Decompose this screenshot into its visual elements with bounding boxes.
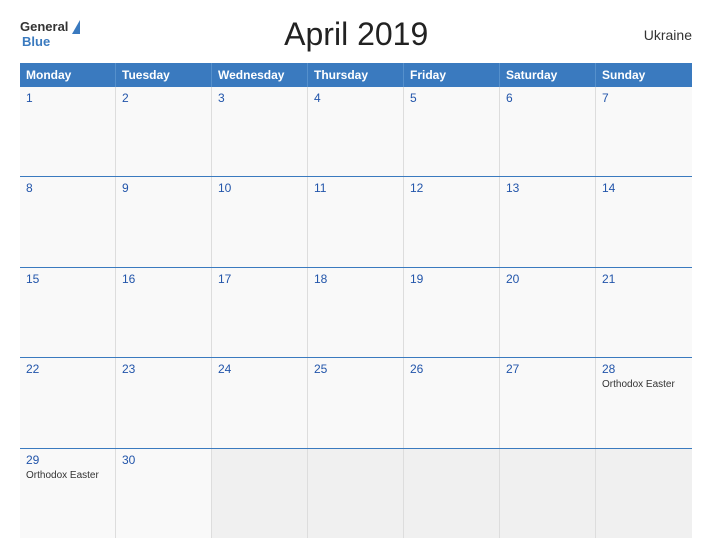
table-row: 27 (500, 358, 596, 447)
table-row (596, 449, 692, 538)
header: General Blue April 2019 Ukraine (20, 16, 692, 53)
day-number: 10 (218, 181, 301, 195)
day-number: 19 (410, 272, 493, 286)
page: General Blue April 2019 Ukraine Monday T… (0, 0, 712, 550)
header-thursday: Thursday (308, 63, 404, 87)
calendar-week-4: 22 23 24 25 26 27 28 Orthodox Easter (20, 358, 692, 448)
table-row (404, 449, 500, 538)
day-number: 2 (122, 91, 205, 105)
day-number: 27 (506, 362, 589, 376)
day-number: 6 (506, 91, 589, 105)
table-row: 3 (212, 87, 308, 176)
table-row: 29 Orthodox Easter (20, 449, 116, 538)
table-row: 5 (404, 87, 500, 176)
table-row: 19 (404, 268, 500, 357)
table-row: 21 (596, 268, 692, 357)
calendar-week-5: 29 Orthodox Easter 30 (20, 449, 692, 538)
logo: General Blue (20, 20, 80, 49)
table-row: 23 (116, 358, 212, 447)
calendar-week-2: 89 10 11 12 13 14 (20, 177, 692, 267)
calendar: Monday Tuesday Wednesday Thursday Friday… (20, 63, 692, 538)
logo-general-text: General (20, 20, 80, 34)
day-number: 16 (122, 272, 205, 286)
table-row: 12 (404, 177, 500, 266)
day-number: 12 (410, 181, 493, 195)
day-number: 1 (26, 91, 109, 105)
day-number: 13 (506, 181, 589, 195)
header-saturday: Saturday (500, 63, 596, 87)
country-label: Ukraine (632, 27, 692, 43)
table-row: 11 (308, 177, 404, 266)
table-row: 1 (20, 87, 116, 176)
logo-blue-label: Blue (22, 35, 80, 49)
calendar-header: Monday Tuesday Wednesday Thursday Friday… (20, 63, 692, 87)
header-tuesday: Tuesday (116, 63, 212, 87)
day-number: 24 (218, 362, 301, 376)
logo-triangle-icon (72, 20, 80, 34)
table-row: 4 (308, 87, 404, 176)
day-event: Orthodox Easter (602, 378, 686, 391)
day-number: 3 (218, 91, 301, 105)
table-row: 28 Orthodox Easter (596, 358, 692, 447)
table-row: 18 (308, 268, 404, 357)
header-friday: Friday (404, 63, 500, 87)
table-row: 24 (212, 358, 308, 447)
header-wednesday: Wednesday (212, 63, 308, 87)
header-monday: Monday (20, 63, 116, 87)
table-row: 9 (116, 177, 212, 266)
table-row: 15 (20, 268, 116, 357)
table-row: 20 (500, 268, 596, 357)
header-sunday: Sunday (596, 63, 692, 87)
day-number: 26 (410, 362, 493, 376)
table-row: 8 (20, 177, 116, 266)
table-row: 2 (116, 87, 212, 176)
day-number: 18 (314, 272, 397, 286)
day-number: 22 (26, 362, 109, 376)
day-number: 21 (602, 272, 686, 286)
day-number: 28 (602, 362, 686, 376)
day-number: 20 (506, 272, 589, 286)
calendar-week-1: 1234567 (20, 87, 692, 177)
day-number: 15 (26, 272, 109, 286)
table-row: 10 (212, 177, 308, 266)
table-row: 14 (596, 177, 692, 266)
day-number: 25 (314, 362, 397, 376)
table-row: 6 (500, 87, 596, 176)
day-number: 14 (602, 181, 686, 195)
table-row: 30 (116, 449, 212, 538)
table-row (308, 449, 404, 538)
day-number: 8 (26, 181, 109, 195)
table-row (500, 449, 596, 538)
day-number: 4 (314, 91, 397, 105)
calendar-week-3: 15 16 17 18 19 20 21 (20, 268, 692, 358)
day-number: 30 (122, 453, 205, 467)
table-row (212, 449, 308, 538)
logo-general-label: General (20, 20, 68, 34)
day-number: 9 (122, 181, 205, 195)
day-number: 11 (314, 181, 397, 195)
day-number: 5 (410, 91, 493, 105)
table-row: 16 (116, 268, 212, 357)
table-row: 7 (596, 87, 692, 176)
day-number: 23 (122, 362, 205, 376)
table-row: 22 (20, 358, 116, 447)
table-row: 17 (212, 268, 308, 357)
day-number: 17 (218, 272, 301, 286)
table-row: 26 (404, 358, 500, 447)
day-event: Orthodox Easter (26, 469, 109, 482)
day-number: 29 (26, 453, 109, 467)
day-number: 7 (602, 91, 686, 105)
table-row: 13 (500, 177, 596, 266)
calendar-title: April 2019 (80, 16, 632, 53)
calendar-body: 1234567891011121314151617181920212223242… (20, 87, 692, 538)
table-row: 25 (308, 358, 404, 447)
